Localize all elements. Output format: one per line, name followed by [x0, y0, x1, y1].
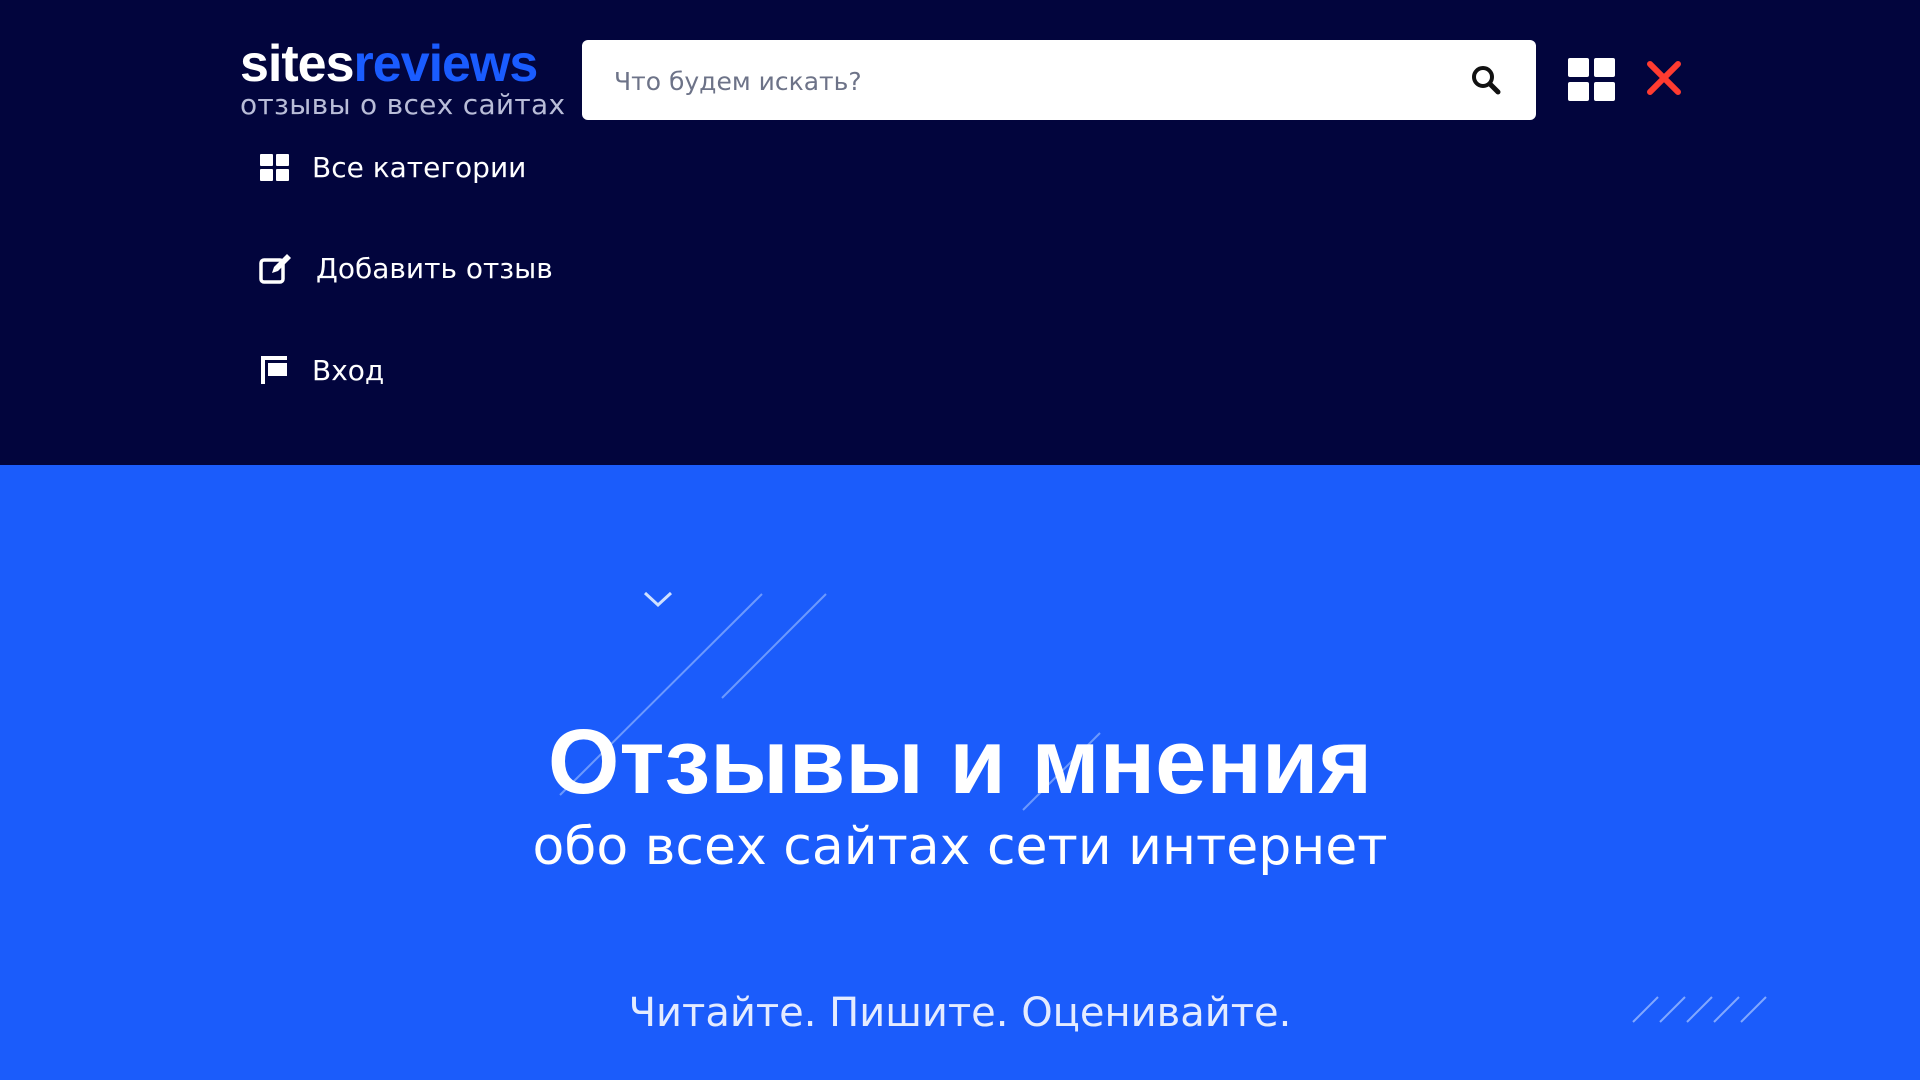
menu-item-login[interactable]: Вход — [258, 353, 384, 387]
hero-tagline: Читайте. Пишите. Оценивайте. — [628, 990, 1292, 1036]
close-menu-button[interactable] — [1646, 60, 1682, 96]
hero-title: Отзывы и мнения — [547, 711, 1373, 813]
logo-word-sites: sites — [240, 35, 355, 93]
header: sitesreviews отзывы о всех сайтах Что бу… — [0, 0, 1920, 465]
menu-item-add-review[interactable]: Добавить отзыв — [258, 251, 553, 285]
search-icon — [1472, 66, 1501, 95]
edit-icon — [258, 251, 294, 285]
search-bar — [582, 40, 1536, 122]
hero-subtitle: обо всех сайтах сети интернет — [532, 817, 1388, 877]
menu-item-label: Добавить отзыв — [316, 251, 553, 285]
grid-icon — [258, 150, 292, 184]
search-input[interactable] — [612, 40, 1436, 122]
logo-word-reviews: reviews — [353, 35, 539, 93]
hero-section: Отзывы и мнения обо всех сайтах сети инт… — [0, 465, 1920, 1080]
menu-item-label: Вход — [312, 353, 385, 387]
logo-wordmark: sitesreviews — [240, 38, 565, 90]
site-logo[interactable]: sitesreviews отзывы о всех сайтах — [240, 38, 565, 120]
search-button[interactable] — [1470, 64, 1502, 96]
logo-tagline: отзывы о всех сайтах — [240, 88, 566, 121]
close-icon — [1647, 61, 1681, 95]
menu-item-label: Все категории — [312, 150, 527, 184]
categories-grid-button[interactable] — [1568, 58, 1616, 102]
menu-item-all-categories[interactable]: Все категории — [258, 150, 526, 184]
flag-icon — [258, 353, 292, 387]
